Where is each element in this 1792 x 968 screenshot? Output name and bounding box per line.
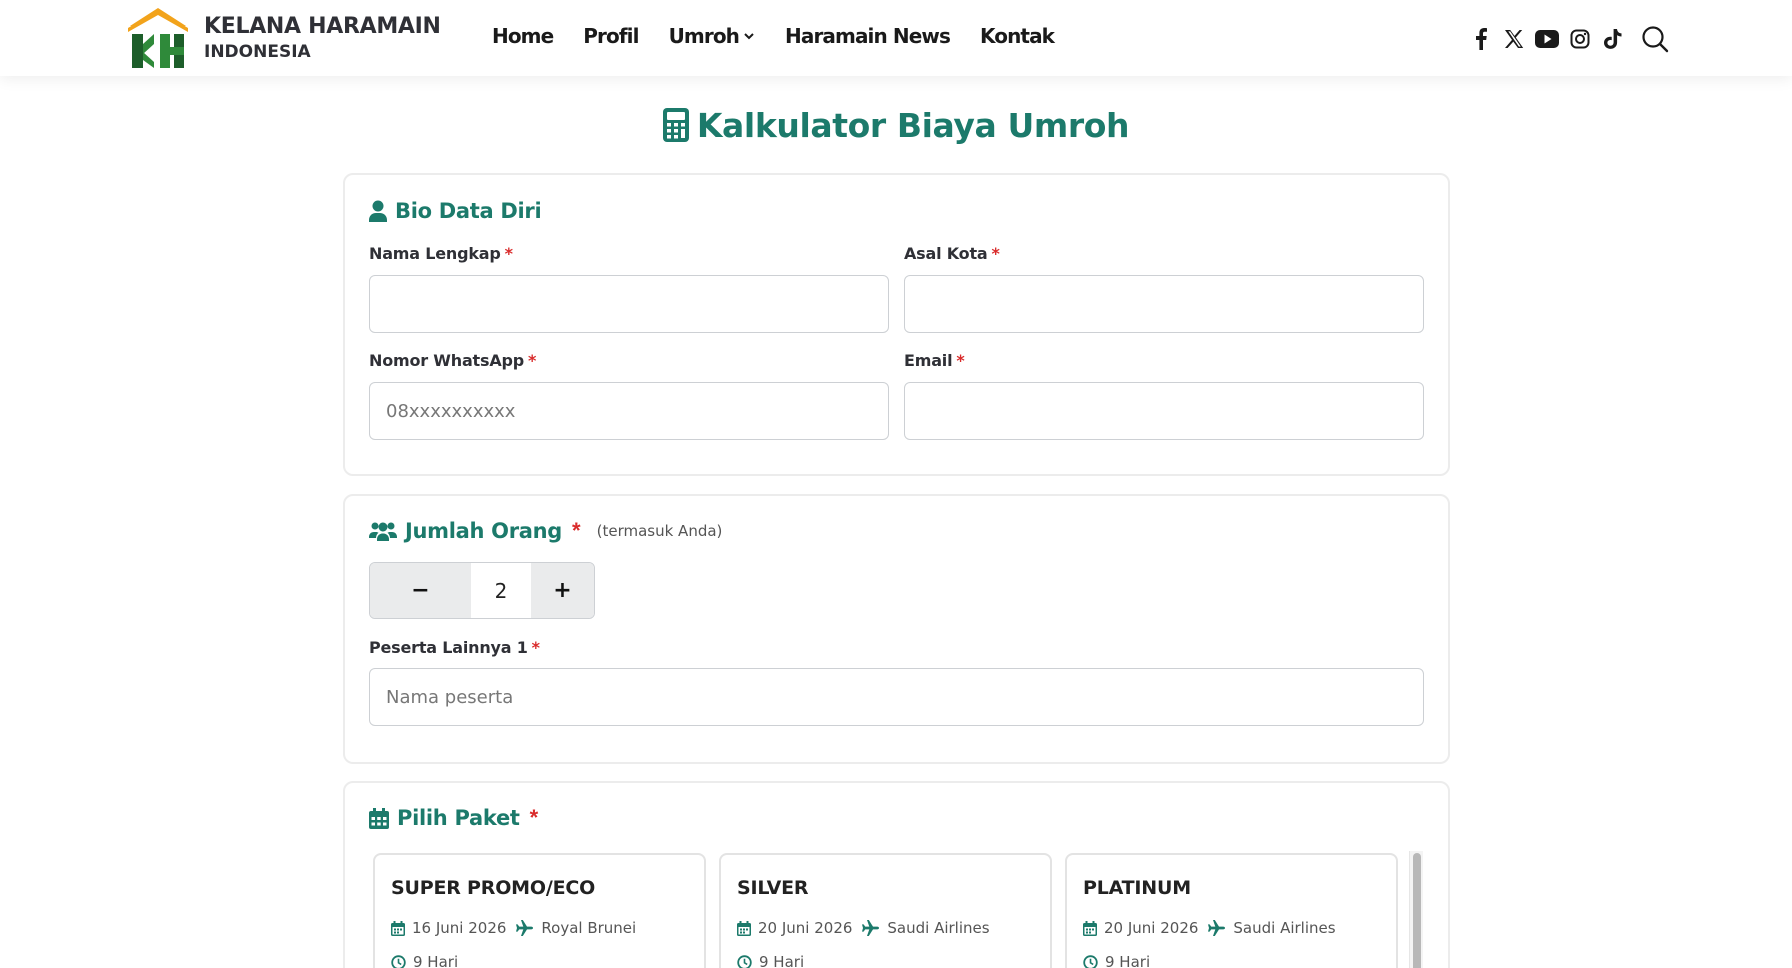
package-duration: 9 Hari	[759, 953, 805, 968]
bio-data-card: Bio Data Diri Nama Lengkap * Asal Kota * N…	[343, 173, 1450, 476]
whatsapp-label: Nomor WhatsApp *	[369, 351, 536, 370]
plane-icon	[862, 920, 880, 936]
kota-label: Asal Kota *	[904, 244, 1000, 263]
main-nav: Home Profil Umroh Haramain News Kontak	[492, 24, 1084, 48]
paket-heading: Pilih Paket *	[369, 805, 538, 831]
clock-icon	[737, 954, 752, 968]
package-duration-row: 9 Hari	[1083, 953, 1150, 968]
nama-lengkap-input[interactable]	[369, 275, 889, 333]
package-meta: 20 Juni 2026 Saudi Airlines	[1083, 919, 1336, 937]
nav-umroh-label: Umroh	[668, 24, 740, 48]
pilih-paket-card: Pilih Paket * SUPER PROMO/ECO 16 Juni 20…	[343, 781, 1450, 968]
package-duration-row: 9 Hari	[391, 953, 458, 968]
package-date: 16 Juni 2026	[412, 919, 507, 937]
jumlah-heading-text: Jumlah Orang	[405, 519, 563, 543]
email-input[interactable]	[904, 382, 1424, 440]
social-links	[1463, 22, 1672, 56]
nav-home[interactable]: Home	[492, 24, 554, 48]
required-mark: *	[531, 638, 540, 657]
calendar-icon	[737, 920, 751, 936]
scrollbar-thumb[interactable]	[1413, 853, 1421, 968]
package-card[interactable]: SUPER PROMO/ECO 16 Juni 2026 Royal Brune…	[373, 853, 706, 968]
search-icon[interactable]	[1638, 22, 1672, 56]
required-mark: *	[991, 244, 1000, 263]
required-mark: *	[504, 244, 513, 263]
nama-label-text: Nama Lengkap	[369, 244, 501, 263]
package-date: 20 Juni 2026	[1104, 919, 1199, 937]
logo-name-line2: INDONESIA	[204, 41, 311, 62]
bio-heading: Bio Data Diri	[369, 199, 542, 223]
package-duration: 9 Hari	[413, 953, 459, 968]
required-mark: *	[956, 351, 965, 370]
packages-scrollbar[interactable]	[1409, 851, 1423, 968]
package-duration: 9 Hari	[1105, 953, 1151, 968]
logo-mark-icon	[128, 8, 188, 68]
calendar-icon	[1083, 920, 1097, 936]
package-meta: 16 Juni 2026 Royal Brunei	[391, 919, 636, 937]
email-label: Email *	[904, 351, 965, 370]
required-mark: *	[529, 805, 539, 830]
x-icon[interactable]	[1499, 24, 1529, 54]
nama-label: Nama Lengkap *	[369, 244, 513, 263]
user-icon	[369, 200, 387, 222]
kota-label-text: Asal Kota	[904, 244, 988, 263]
peserta-1-input[interactable]	[369, 668, 1424, 726]
calendar-icon	[391, 920, 405, 936]
nav-umroh[interactable]: Umroh	[669, 24, 755, 48]
jumlah-orang-card: Jumlah Orang * (termasuk Anda) − 2 + Pes…	[343, 494, 1450, 764]
jumlah-note: (termasuk Anda)	[596, 522, 723, 540]
calculator-icon	[662, 108, 689, 150]
nav-haramain-news[interactable]: Haramain News	[785, 24, 951, 48]
youtube-icon[interactable]	[1532, 24, 1562, 54]
jumlah-orang-stepper: − 2 +	[369, 562, 595, 619]
package-name: PLATINUM	[1083, 877, 1191, 899]
package-card[interactable]: SILVER 20 Juni 2026 Saudi Airlines 9 Har…	[719, 853, 1052, 968]
package-airline: Saudi Airlines	[887, 919, 990, 937]
whatsapp-input[interactable]	[369, 382, 889, 440]
package-card[interactable]: PLATINUM 20 Juni 2026 Saudi Airlines 9 H…	[1065, 853, 1398, 968]
peserta-label-text: Peserta Lainnya 1	[369, 638, 528, 657]
chevron-down-icon	[744, 33, 754, 40]
site-logo[interactable]: KELANA HARAMAIN INDONESIA	[126, 4, 441, 72]
peserta-label: Peserta Lainnya 1 *	[369, 638, 540, 657]
nav-kontak[interactable]: Kontak	[980, 24, 1055, 48]
whatsapp-label-text: Nomor WhatsApp	[369, 351, 525, 370]
asal-kota-input[interactable]	[904, 275, 1424, 333]
facebook-icon[interactable]	[1466, 24, 1496, 54]
package-name: SUPER PROMO/ECO	[391, 877, 596, 899]
site-header: KELANA HARAMAIN INDONESIA Home Profil Um…	[0, 0, 1792, 76]
clock-icon	[1083, 954, 1098, 968]
page-title-text: Kalkulator Biaya Umroh	[696, 106, 1130, 145]
bio-heading-text: Bio Data Diri	[395, 199, 542, 223]
paket-heading-text: Pilih Paket	[397, 806, 520, 830]
package-airline: Royal Brunei	[541, 919, 637, 937]
plane-icon	[1208, 920, 1226, 936]
package-date: 20 Juni 2026	[758, 919, 853, 937]
required-mark: *	[528, 351, 537, 370]
tiktok-icon[interactable]	[1598, 24, 1628, 54]
jumlah-orang-value[interactable]: 2	[471, 563, 531, 618]
jumlah-heading: Jumlah Orang * (termasuk Anda)	[369, 518, 722, 544]
logo-text: KELANA HARAMAIN INDONESIA	[204, 13, 441, 62]
email-label-text: Email	[904, 351, 953, 370]
package-duration-row: 9 Hari	[737, 953, 804, 968]
logo-name-line1: KELANA HARAMAIN	[204, 13, 441, 39]
required-mark: *	[572, 518, 581, 543]
clock-icon	[391, 954, 406, 968]
package-airline: Saudi Airlines	[1233, 919, 1336, 937]
page-title: Kalkulator Biaya Umroh	[0, 106, 1792, 150]
increment-button[interactable]: +	[531, 563, 594, 618]
package-name: SILVER	[737, 877, 809, 899]
instagram-icon[interactable]	[1565, 24, 1595, 54]
users-icon	[369, 521, 397, 541]
plane-icon	[516, 920, 534, 936]
calendar-icon	[369, 807, 389, 829]
decrement-button[interactable]: −	[370, 563, 471, 618]
nav-profil[interactable]: Profil	[583, 24, 639, 48]
package-meta: 20 Juni 2026 Saudi Airlines	[737, 919, 990, 937]
